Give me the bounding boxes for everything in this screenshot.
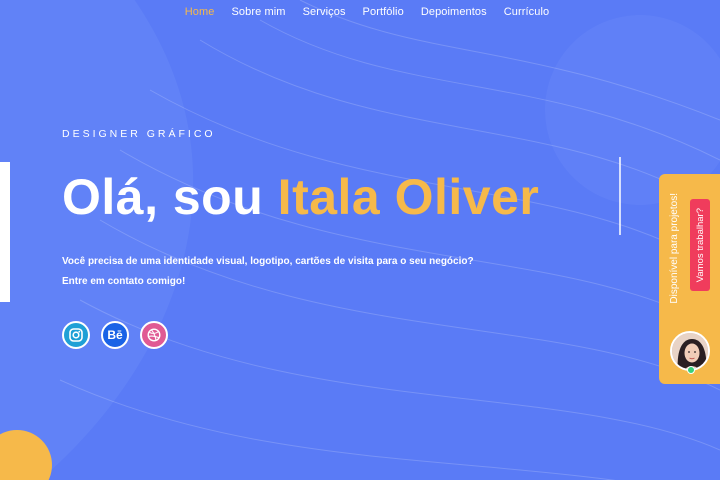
hero-description: Você precisa de uma identidade visual, l… (62, 256, 474, 267)
dribbble-glyph (147, 328, 161, 342)
nav-services[interactable]: Serviços (303, 6, 346, 18)
dribbble-icon[interactable] (140, 321, 168, 349)
hero-section: Home Sobre mim Serviços Portfólio Depoim… (0, 0, 720, 480)
hero-headline: Olá, sou Itala Oliver (62, 168, 539, 226)
instagram-icon[interactable] (62, 321, 90, 349)
hero-name: Itala Oliver (277, 169, 540, 225)
availability-text: Disponível para projetos! (668, 192, 680, 304)
instagram-glyph (69, 328, 83, 342)
nav-resume[interactable]: Currículo (504, 6, 550, 18)
nav-about[interactable]: Sobre mim (231, 6, 285, 18)
nav-home[interactable]: Home (185, 6, 215, 18)
nav-portfolio[interactable]: Portfólio (363, 6, 404, 18)
hero-eyebrow: DESIGNER GRÁFICO (62, 128, 216, 140)
left-edge-bar (0, 162, 10, 302)
online-status-dot (687, 366, 695, 374)
nav-testimonials[interactable]: Depoimentos (421, 6, 487, 18)
hero-contact: Entre em contato comigo! (62, 276, 186, 287)
typing-cursor (619, 157, 621, 235)
behance-icon[interactable]: Bē (101, 321, 129, 349)
social-links: Bē (62, 321, 168, 349)
main-nav: Home Sobre mim Serviços Portfólio Depoim… (0, 6, 720, 18)
lets-work-button[interactable]: Vamos trabalhar? (690, 199, 710, 291)
hero-greeting: Olá, sou (62, 169, 264, 225)
avatar[interactable] (670, 331, 710, 371)
lets-work-label: Vamos trabalhar? (694, 207, 706, 283)
availability-label: Disponível para projetos! (663, 192, 685, 304)
background-waves (0, 0, 720, 480)
